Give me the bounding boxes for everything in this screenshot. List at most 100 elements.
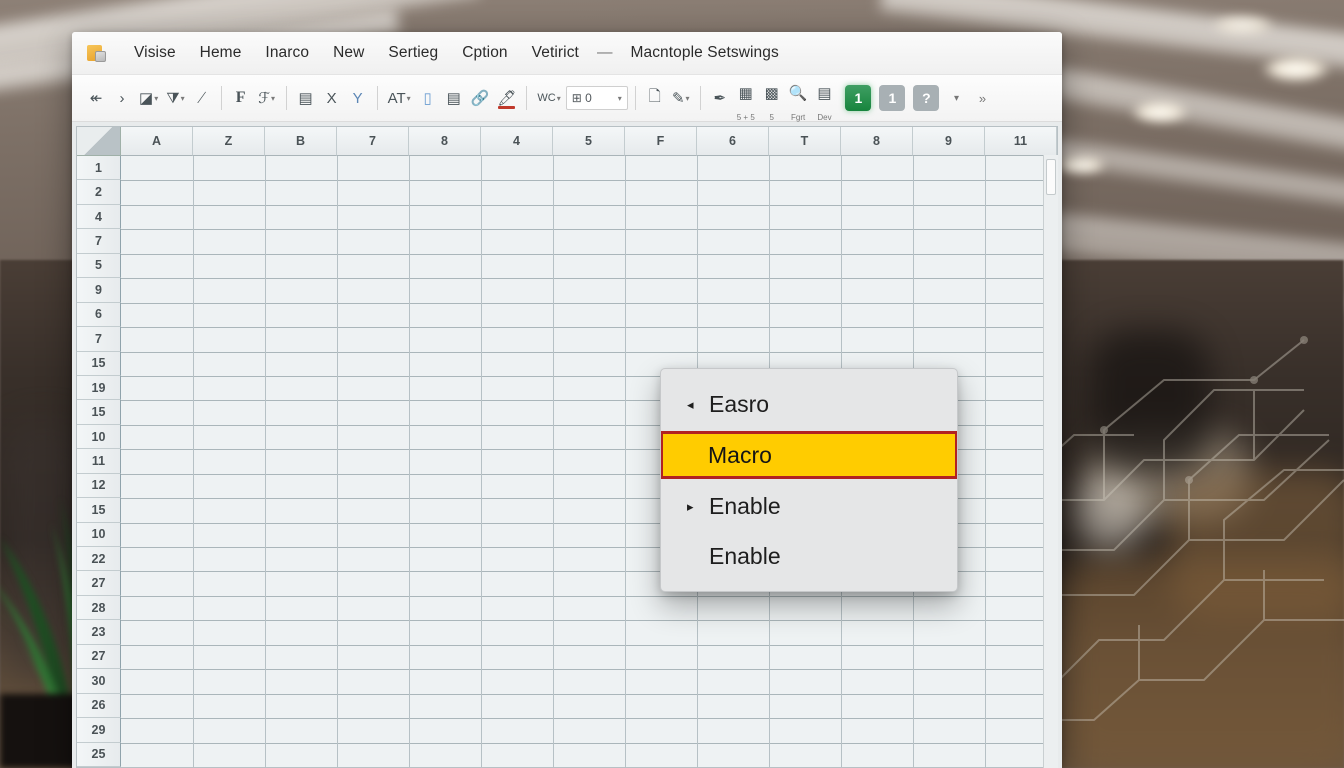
- fill-bucket-icon[interactable]: ⧩ ▾: [163, 83, 187, 113]
- menu-option-easro[interactable]: ◂ Easro: [661, 379, 957, 429]
- column-header[interactable]: 8: [409, 127, 481, 156]
- chevron-down-icon[interactable]: ▾: [407, 94, 411, 103]
- row-header[interactable]: 4: [77, 204, 121, 230]
- chevron-down-icon[interactable]: ▾: [154, 94, 158, 103]
- menu-option-enable[interactable]: Enable: [661, 531, 957, 581]
- menu-item-settings[interactable]: Macntople Setswings: [618, 41, 790, 65]
- function-icon[interactable]: ▩ 5: [760, 83, 784, 122]
- toolbar-overflow-caret[interactable]: ▾: [944, 83, 968, 113]
- filter-funnel-icon[interactable]: Y: [346, 83, 370, 113]
- row-header[interactable]: 30: [77, 669, 121, 694]
- chevron-down-icon[interactable]: ▾: [271, 94, 275, 103]
- chevron-down-icon[interactable]: ▾: [181, 94, 185, 103]
- row-header[interactable]: 9: [77, 278, 121, 303]
- column-header[interactable]: A: [121, 127, 193, 156]
- search-icon[interactable]: 🔍 Fgrt: [786, 83, 811, 122]
- menu-option-macro[interactable]: Macro: [661, 431, 957, 479]
- menu-option-enable-submenu[interactable]: ▸ Enable: [661, 481, 957, 531]
- chevron-down-icon[interactable]: ▾: [618, 94, 622, 103]
- badge-gray-one-label: 1: [879, 85, 906, 111]
- row-header[interactable]: 23: [77, 620, 121, 645]
- row-header[interactable]: 27: [77, 571, 121, 596]
- paint-format-icon[interactable]: ◪ ▾: [136, 83, 161, 113]
- developer-icon[interactable]: ▤ Dev: [812, 83, 836, 122]
- column-header[interactable]: Z: [193, 127, 265, 156]
- italic-slash-icon[interactable]: ∕: [190, 83, 214, 113]
- align-icon[interactable]: ▤: [294, 83, 318, 113]
- menu-item-3[interactable]: New: [321, 41, 376, 65]
- search-label: Fgrt: [790, 113, 806, 122]
- formula-sum-icon[interactable]: ▦ 5 + 5: [734, 83, 758, 122]
- menu-item-4[interactable]: Sertieg: [376, 41, 450, 65]
- badge-help[interactable]: ?: [910, 83, 942, 113]
- developer-glyph: ▤: [817, 85, 832, 102]
- marker-icon[interactable]: ✒: [708, 83, 732, 113]
- row-header[interactable]: 7: [77, 327, 121, 352]
- row-header[interactable]: 15: [77, 351, 121, 376]
- row-header[interactable]: 12: [77, 473, 121, 499]
- menu-item-2[interactable]: Inarco: [253, 41, 321, 65]
- column-header[interactable]: 7: [337, 127, 409, 156]
- menu-item-5[interactable]: Cption: [450, 41, 519, 65]
- row-header[interactable]: 6: [77, 302, 121, 328]
- row-header[interactable]: 27: [77, 644, 121, 670]
- row-header[interactable]: 2: [77, 180, 121, 205]
- row-header[interactable]: 22: [77, 547, 121, 572]
- column-header[interactable]: 4: [481, 127, 553, 156]
- row-header[interactable]: 26: [77, 693, 121, 719]
- wrap-text-icon[interactable]: WC ▾: [534, 83, 563, 113]
- number-format-select[interactable]: ⊞ 0 ▾: [565, 86, 628, 110]
- chevron-down-icon[interactable]: ▾: [557, 94, 561, 103]
- column-header[interactable]: 11: [985, 127, 1057, 156]
- scrollbar-thumb[interactable]: [1046, 159, 1056, 195]
- highlighter-pen-icon[interactable]: 🖊: [494, 83, 519, 113]
- menu-option-label: Enable: [709, 492, 781, 519]
- column-header-row: A Z B 7 8 4 5 F 6 T 8 9 11: [77, 127, 1057, 156]
- badge-green-one[interactable]: 1: [842, 83, 874, 113]
- forward-arrow-icon[interactable]: ›: [110, 83, 134, 113]
- column-header[interactable]: F: [625, 127, 697, 156]
- wrap-text-glyph: WC: [537, 92, 556, 104]
- column-header[interactable]: T: [769, 127, 841, 156]
- menu-item-0[interactable]: Visise: [122, 41, 188, 65]
- bold-font-icon[interactable]: F: [229, 83, 253, 113]
- toolbar-expand-chevron[interactable]: »: [970, 83, 994, 113]
- copy-page-icon[interactable]: 🗋: [643, 83, 667, 113]
- badge-gray-one[interactable]: 1: [876, 83, 908, 113]
- paint-format-glyph: ◪: [139, 90, 154, 107]
- font-style-icon[interactable]: ℱ ▾: [255, 83, 279, 113]
- table-icon[interactable]: ▤: [442, 83, 466, 113]
- pencil-edit-icon[interactable]: ✎ ▾: [669, 83, 693, 113]
- text-size-icon[interactable]: AT ▾: [385, 83, 414, 113]
- row-header[interactable]: 15: [77, 498, 121, 523]
- row-header[interactable]: 10: [77, 522, 121, 547]
- screenshot-scene: Visise Heme Inarco New Sertieg Cption Ve…: [0, 0, 1344, 768]
- cell-insert-icon[interactable]: ▯: [416, 83, 440, 113]
- row-header[interactable]: 11: [77, 449, 121, 474]
- column-header[interactable]: 6: [697, 127, 769, 156]
- back-arrow-icon[interactable]: ↞: [84, 83, 108, 113]
- chevron-down-icon[interactable]: ▾: [686, 94, 690, 103]
- row-header[interactable]: 28: [77, 595, 121, 621]
- column-header[interactable]: B: [265, 127, 337, 156]
- menu-item-1[interactable]: Heme: [188, 41, 254, 65]
- menu-item-6[interactable]: Vetirict: [520, 41, 591, 65]
- select-all-corner[interactable]: [77, 127, 121, 156]
- row-header[interactable]: 1: [77, 156, 121, 181]
- formula-sum-label: 5 + 5: [736, 113, 755, 122]
- link-icon[interactable]: 🔗: [468, 83, 493, 113]
- column-header[interactable]: 8: [841, 127, 913, 156]
- row-header[interactable]: 25: [77, 742, 121, 767]
- close-x-icon[interactable]: X: [320, 83, 344, 113]
- row-header[interactable]: 10: [77, 424, 121, 450]
- row-header[interactable]: 7: [77, 229, 121, 254]
- toolbar-divider: [220, 86, 222, 110]
- vertical-scrollbar[interactable]: [1043, 155, 1058, 768]
- row-header[interactable]: 15: [77, 400, 121, 425]
- column-header[interactable]: 5: [553, 127, 625, 156]
- column-header[interactable]: 9: [913, 127, 985, 156]
- row-header[interactable]: 29: [77, 718, 121, 743]
- row-header[interactable]: 5: [77, 253, 121, 279]
- triangle-right-icon: ▸: [687, 498, 694, 514]
- row-header[interactable]: 19: [77, 375, 121, 401]
